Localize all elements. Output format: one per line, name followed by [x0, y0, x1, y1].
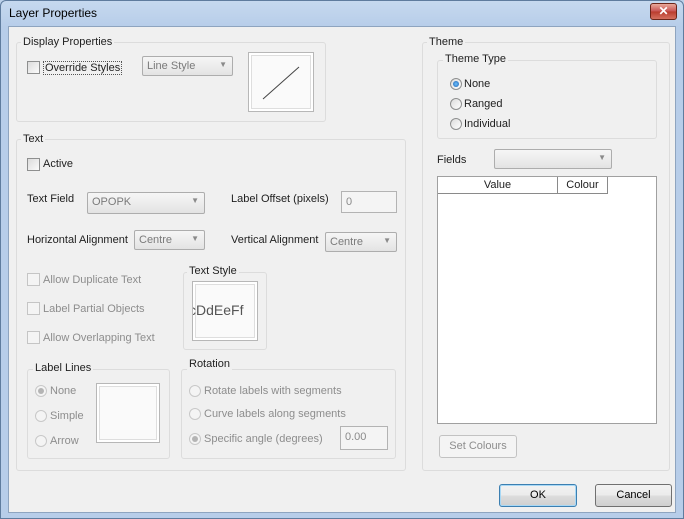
value-column-header[interactable]: Value: [438, 177, 558, 194]
ok-button[interactable]: OK: [499, 484, 577, 507]
vertical-alignment-label: Vertical Alignment: [231, 234, 319, 246]
allow-duplicate-text-label: Allow Duplicate Text: [43, 274, 142, 286]
theme-ranged-label: Ranged: [464, 98, 503, 110]
line-style-preview-button[interactable]: [248, 52, 314, 112]
curve-along-segments-radio[interactable]: [189, 408, 201, 420]
theme-none-label: None: [464, 78, 491, 90]
horizontal-alignment-label: Horizontal Alignment: [27, 234, 128, 246]
active-label: Active: [43, 158, 73, 170]
theme-title: Theme: [427, 36, 466, 48]
theme-type-title: Theme Type: [443, 53, 508, 65]
text-style-preview-button[interactable]: cDdEeFf: [192, 281, 258, 341]
label-lines-title: Label Lines: [33, 362, 94, 374]
close-button[interactable]: ✕: [650, 3, 677, 20]
override-styles-checkbox[interactable]: [27, 61, 40, 74]
rotation-title: Rotation: [187, 358, 232, 370]
curve-along-segments-label: Curve labels along segments: [204, 408, 346, 420]
label-lines-none-radio[interactable]: [35, 385, 47, 397]
label-lines-simple-label: Simple: [50, 410, 84, 422]
layer-properties-window: Layer Properties ✕ Display Properties Ov…: [0, 0, 684, 519]
line-style-value: Line Style: [147, 60, 196, 72]
allow-overlapping-text-label: Allow Overlapping Text: [43, 332, 155, 344]
specific-angle-value: 0.00: [345, 431, 367, 443]
line-style-select[interactable]: Line Style ▼: [142, 56, 233, 76]
text-style-title: Text Style: [187, 265, 239, 277]
allow-duplicate-text-checkbox[interactable]: [27, 273, 40, 286]
specific-angle-label: Specific angle (degrees): [204, 433, 323, 445]
dropdown-arrow-icon: ▼: [191, 234, 199, 243]
text-field-value: OPOPK: [92, 196, 132, 208]
dropdown-arrow-icon: ▼: [598, 153, 606, 162]
label-lines-arrow-radio[interactable]: [35, 435, 47, 447]
dropdown-arrow-icon: ▼: [219, 60, 227, 69]
label-lines-preview-button[interactable]: [96, 383, 160, 443]
active-checkbox[interactable]: [27, 158, 40, 171]
theme-individual-label: Individual: [464, 118, 511, 130]
window-title: Layer Properties: [9, 6, 98, 20]
label-lines-arrow-label: Arrow: [50, 435, 79, 447]
set-colours-button[interactable]: Set Colours: [439, 435, 517, 458]
label-offset-label: Label Offset (pixels): [231, 193, 329, 205]
text-field-label: Text Field: [27, 193, 75, 205]
text-field-select[interactable]: OPOPK ▼: [87, 192, 205, 214]
display-properties-title: Display Properties: [21, 36, 115, 48]
dropdown-arrow-icon: ▼: [191, 196, 199, 205]
label-partial-objects-checkbox[interactable]: [27, 302, 40, 315]
label-lines-simple-radio[interactable]: [35, 410, 47, 422]
theme-values-table[interactable]: Value Colour: [437, 176, 657, 424]
label-offset-value: 0: [346, 196, 353, 208]
cancel-button[interactable]: Cancel: [595, 484, 672, 507]
colour-column-header[interactable]: Colour: [558, 177, 608, 194]
dialog-client-area: Display Properties Override Styles Line …: [8, 26, 676, 513]
specific-angle-input[interactable]: 0.00: [340, 426, 388, 450]
line-preview-icon: [262, 66, 300, 100]
title-bar[interactable]: Layer Properties ✕: [1, 1, 683, 25]
text-style-sample: cDdEeFf: [192, 302, 244, 318]
horizontal-alignment-value: Centre: [139, 234, 173, 246]
rotate-with-segments-radio[interactable]: [189, 385, 201, 397]
override-styles-label[interactable]: Override Styles: [43, 61, 123, 75]
text-group-title: Text: [21, 133, 46, 145]
label-partial-objects-label: Label Partial Objects: [43, 303, 145, 315]
fields-select[interactable]: ▼: [494, 149, 612, 169]
vertical-alignment-select[interactable]: Centre ▼: [325, 232, 397, 252]
rotate-with-segments-label: Rotate labels with segments: [204, 385, 342, 397]
vertical-alignment-value: Centre: [330, 236, 364, 248]
fields-label: Fields: [437, 154, 467, 166]
theme-ranged-radio[interactable]: [450, 98, 462, 110]
label-offset-input[interactable]: 0: [341, 191, 397, 213]
theme-none-radio[interactable]: [450, 78, 462, 90]
specific-angle-radio[interactable]: [189, 433, 201, 445]
horizontal-alignment-select[interactable]: Centre ▼: [134, 230, 205, 250]
allow-overlapping-text-checkbox[interactable]: [27, 331, 40, 344]
label-lines-none-label: None: [50, 385, 77, 397]
dropdown-arrow-icon: ▼: [383, 236, 391, 245]
close-icon: ✕: [658, 4, 669, 18]
theme-individual-radio[interactable]: [450, 118, 462, 130]
